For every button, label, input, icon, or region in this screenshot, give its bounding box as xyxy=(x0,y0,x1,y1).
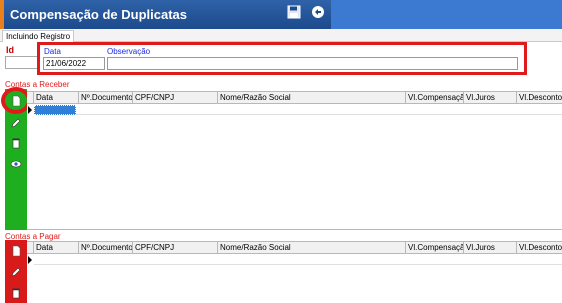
observacao-label: Observação xyxy=(107,47,151,56)
pagar-grid-header: Data Nº.Documento CPF/CNPJ Nome/Razão So… xyxy=(27,242,562,254)
receber-grid: Data Nº.Documento CPF/CNPJ Nome/Razão So… xyxy=(27,91,562,230)
floppy-disk-icon xyxy=(287,5,301,19)
receber-delete-button[interactable] xyxy=(10,137,22,149)
delete-trash-icon xyxy=(12,288,20,299)
column-header-numero-documento[interactable]: Nº.Documento xyxy=(78,92,132,104)
title-accent-stripe xyxy=(0,0,4,29)
id-label: Id xyxy=(6,45,14,55)
column-header-vl-juros[interactable]: Vl.Juros xyxy=(463,92,516,104)
edit-pencil-icon xyxy=(11,267,21,277)
selected-cell[interactable] xyxy=(34,105,76,115)
receber-grid-header: Data Nº.Documento CPF/CNPJ Nome/Razão So… xyxy=(27,92,562,104)
column-header-numero-documento[interactable]: Nº.Documento xyxy=(78,242,132,254)
date-field[interactable]: 21/06/2022 xyxy=(43,57,105,70)
receber-edit-button[interactable] xyxy=(10,117,22,129)
view-eye-icon xyxy=(10,160,22,168)
new-document-icon xyxy=(12,95,21,107)
column-header-vl-desconto[interactable]: Vl.Desconto xyxy=(516,242,562,254)
receber-view-button[interactable] xyxy=(10,158,22,170)
column-header-vl-juros[interactable]: Vl.Juros xyxy=(463,242,516,254)
tab-incluindo-registro[interactable]: Incluindo Registro xyxy=(2,30,75,42)
row-indicator-icon xyxy=(28,106,32,114)
edit-pencil-icon xyxy=(11,118,21,128)
observacao-field[interactable] xyxy=(107,57,518,70)
receber-new-button[interactable] xyxy=(10,95,22,107)
pagar-grid: Data Nº.Documento CPF/CNPJ Nome/Razão So… xyxy=(27,241,562,303)
pagar-toolbar xyxy=(5,240,27,303)
pagar-edit-button[interactable] xyxy=(10,266,22,278)
pagar-new-button[interactable] xyxy=(10,245,22,257)
table-row[interactable] xyxy=(34,105,562,115)
page-title: Compensação de Duplicatas xyxy=(10,7,187,22)
receber-toolbar xyxy=(1,87,31,230)
table-row[interactable] xyxy=(34,255,562,265)
column-header-cpf-cnpj[interactable]: CPF/CNPJ xyxy=(132,92,217,104)
column-header-vl-compensacao[interactable]: Vl.Compensação xyxy=(405,242,463,254)
column-header-cpf-cnpj[interactable]: CPF/CNPJ xyxy=(132,242,217,254)
back-button[interactable] xyxy=(311,5,325,19)
new-document-icon xyxy=(12,245,21,257)
titlebar-right-area xyxy=(331,0,562,29)
tab-strip: Incluindo Registro xyxy=(0,29,562,42)
column-header-nome[interactable]: Nome/Razão Social xyxy=(217,242,405,254)
column-header-data[interactable]: Data xyxy=(33,242,78,254)
id-field[interactable] xyxy=(5,56,39,69)
column-header-data[interactable]: Data xyxy=(33,92,78,104)
pagar-delete-button[interactable] xyxy=(10,287,22,299)
window-titlebar: Compensação de Duplicatas xyxy=(0,0,562,29)
column-header-vl-desconto[interactable]: Vl.Desconto xyxy=(516,92,562,104)
data-label: Data xyxy=(44,47,61,56)
column-header-vl-compensacao[interactable]: Vl.Compensação xyxy=(405,92,463,104)
save-button[interactable] xyxy=(287,5,301,19)
column-header-nome[interactable]: Nome/Razão Social xyxy=(217,92,405,104)
row-indicator-icon xyxy=(28,256,32,264)
delete-trash-icon xyxy=(12,138,20,149)
back-arrow-icon xyxy=(312,6,324,18)
